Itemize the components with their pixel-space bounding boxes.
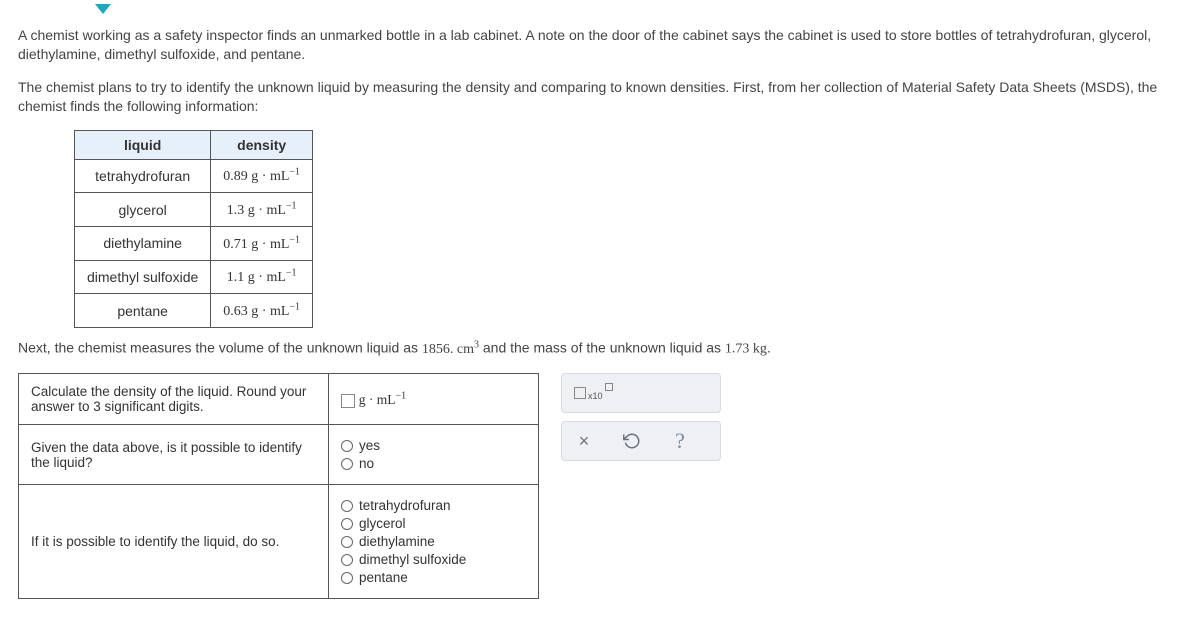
reset-button[interactable] <box>622 431 642 451</box>
table-row: pentane 0.63 g · mL−1 <box>75 294 313 328</box>
scientific-notation-button[interactable]: x10 <box>574 387 613 399</box>
x10-label: x10 <box>588 391 603 401</box>
radio-icon <box>341 458 353 470</box>
mantissa-box-icon <box>574 387 586 399</box>
radio-no[interactable]: no <box>341 456 526 471</box>
radio-label: pentane <box>359 570 408 585</box>
table-header-row: liquid density <box>75 130 313 159</box>
radio-icon <box>341 440 353 452</box>
density-input-cell: g · mL−1 <box>329 374 539 425</box>
toolbox-row-actions: × ? <box>561 421 721 461</box>
density-table: liquid density tetrahydrofuran 0.89 g · … <box>74 130 313 328</box>
liquid-name: glycerol <box>75 193 211 227</box>
question-icon: ? <box>675 428 685 454</box>
reset-icon <box>623 432 641 450</box>
answer-row-identify-possible: Given the data above, is it possible to … <box>19 425 539 485</box>
density-value: 0.71 g · mL−1 <box>211 226 313 260</box>
radio-glycerol[interactable]: glycerol <box>341 516 526 531</box>
radio-tetrahydrofuran[interactable]: tetrahydrofuran <box>341 498 526 513</box>
problem-content: A chemist working as a safety inspector … <box>0 14 1180 619</box>
density-value: 1.3 g · mL−1 <box>211 193 313 227</box>
prompt-identify-liquid: If it is possible to identify the liquid… <box>19 485 329 599</box>
liquid-name: tetrahydrofuran <box>75 159 211 193</box>
table-row: dimethyl sulfoxide 1.1 g · mL−1 <box>75 260 313 294</box>
answer-row-identify-liquid: If it is possible to identify the liquid… <box>19 485 539 599</box>
density-value: 0.89 g · mL−1 <box>211 159 313 193</box>
radio-diethylamine[interactable]: diethylamine <box>341 534 526 549</box>
toolbox-row-sci: x10 <box>561 373 721 413</box>
toolbox: x10 × ? <box>561 373 721 461</box>
radio-label: diethylamine <box>359 534 435 549</box>
radio-icon <box>341 518 353 530</box>
radio-yes[interactable]: yes <box>341 438 526 453</box>
radio-dimethyl-sulfoxide[interactable]: dimethyl sulfoxide <box>341 552 526 567</box>
radio-label: tetrahydrofuran <box>359 498 451 513</box>
radio-icon <box>341 554 353 566</box>
x-icon: × <box>579 431 590 452</box>
radio-icon <box>341 500 353 512</box>
radio-icon <box>341 572 353 584</box>
radio-label: dimethyl sulfoxide <box>359 552 466 567</box>
header-liquid: liquid <box>75 130 211 159</box>
density-value: 1.1 g · mL−1 <box>211 260 313 294</box>
answer-table: Calculate the density of the liquid. Rou… <box>18 373 539 599</box>
radio-pentane[interactable]: pentane <box>341 570 526 585</box>
liquid-name: diethylamine <box>75 226 211 260</box>
radio-label: glycerol <box>359 516 406 531</box>
table-row: glycerol 1.3 g · mL−1 <box>75 193 313 227</box>
liquid-options-cell: tetrahydrofuran glycerol diethylamine di… <box>329 485 539 599</box>
answer-row-density: Calculate the density of the liquid. Rou… <box>19 374 539 425</box>
liquid-name: pentane <box>75 294 211 328</box>
problem-paragraph-2: The chemist plans to try to identify the… <box>18 78 1162 116</box>
problem-paragraph-1: A chemist working as a safety inspector … <box>18 26 1162 64</box>
header-density: density <box>211 130 313 159</box>
liquid-name: dimethyl sulfoxide <box>75 260 211 294</box>
density-unit: g · mL−1 <box>359 392 406 407</box>
exponent-box-icon <box>605 383 613 391</box>
measurement-paragraph: Next, the chemist measures the volume of… <box>18 338 1162 360</box>
radio-label: no <box>359 456 374 471</box>
prompt-density: Calculate the density of the liquid. Rou… <box>19 374 329 425</box>
help-button[interactable]: ? <box>670 431 690 451</box>
table-row: diethylamine 0.71 g · mL−1 <box>75 226 313 260</box>
radio-icon <box>341 536 353 548</box>
radio-label: yes <box>359 438 380 453</box>
prompt-identify-possible: Given the data above, is it possible to … <box>19 425 329 485</box>
density-value: 0.63 g · mL−1 <box>211 294 313 328</box>
density-input[interactable] <box>341 394 355 408</box>
table-row: tetrahydrofuran 0.89 g · mL−1 <box>75 159 313 193</box>
yes-no-cell: yes no <box>329 425 539 485</box>
chevron-down-icon[interactable] <box>95 4 111 14</box>
close-button[interactable]: × <box>574 431 594 451</box>
